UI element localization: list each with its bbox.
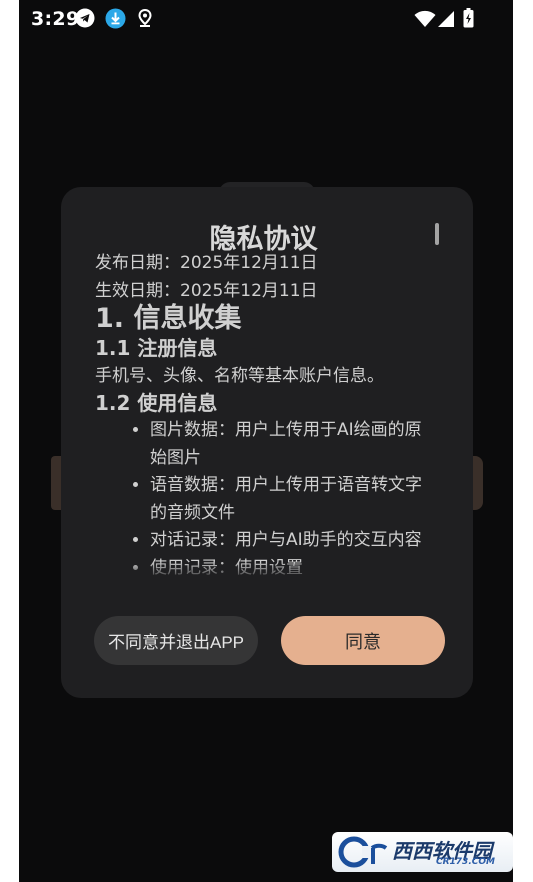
section-heading-info-collection: 1. 信息收集: [95, 303, 242, 334]
watermark-cr-icon: [338, 836, 388, 868]
content-fade: [95, 561, 435, 581]
wifi-icon: [414, 10, 436, 32]
battery-icon: [463, 8, 474, 32]
telegram-icon: [75, 8, 95, 32]
download-icon: [105, 8, 126, 33]
list-item: 对话记录：用户与AI助手的交互内容: [150, 527, 435, 555]
list-item: 语音数据：用户上传用于语音转文字的音频文件: [150, 472, 435, 527]
phone-screen: 3:29 隐私协议 发布日期：2025年12月11日 生效日期：2025年12月…: [19, 0, 513, 882]
policy-content[interactable]: 发布日期：2025年12月11日 生效日期：2025年12月11日 1. 信息收…: [95, 249, 435, 581]
watermark-subtext: CR173.COM: [436, 857, 495, 867]
publish-date: 发布日期：2025年12月11日: [95, 253, 318, 273]
agree-button[interactable]: 同意: [281, 616, 445, 665]
subsection-heading-usage: 1.2 使用信息: [95, 391, 218, 415]
status-time: 3:29: [31, 8, 80, 30]
location-icon: [137, 8, 153, 32]
status-bar: 3:29: [19, 0, 513, 38]
subsection-heading-registration: 1.1 注册信息: [95, 336, 218, 360]
signal-icon: [437, 10, 455, 32]
effective-date: 生效日期：2025年12月11日: [95, 281, 318, 301]
privacy-dialog: 隐私协议 发布日期：2025年12月11日 生效日期：2025年12月11日 1…: [61, 187, 473, 698]
decline-and-exit-button[interactable]: 不同意并退出APP: [94, 616, 258, 665]
list-item: 图片数据：用户上传用于AI绘画的原始图片: [150, 417, 435, 472]
watermark-logo: 西西软件园 CR173.COM: [332, 832, 513, 872]
usage-list: 图片数据：用户上传用于AI绘画的原始图片 语音数据：用户上传用于语音转文字的音频…: [95, 417, 435, 581]
scrollbar[interactable]: [435, 223, 439, 245]
registration-text: 手机号、头像、名称等基本账户信息。: [95, 366, 384, 386]
